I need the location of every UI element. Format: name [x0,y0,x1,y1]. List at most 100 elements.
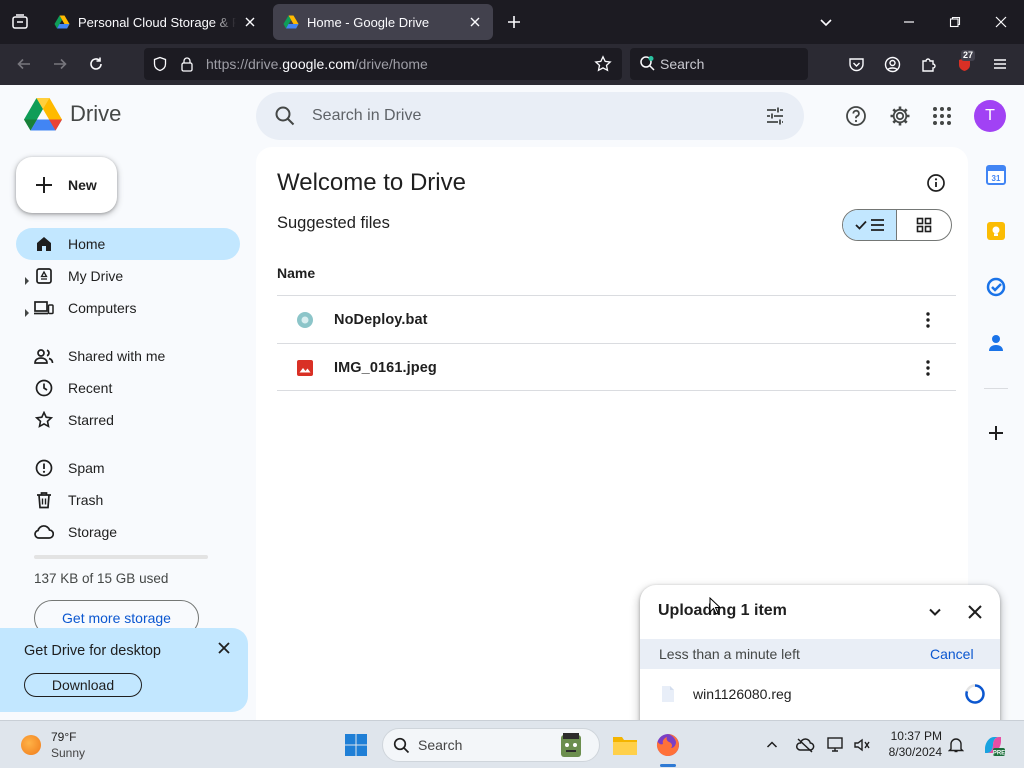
network-speaker-icon[interactable] [852,735,872,755]
google-drive-favicon-icon [54,15,70,29]
clock-icon [34,378,54,398]
taskbar-search-box[interactable]: Search [382,728,600,762]
system-clock[interactable]: 10:37 PM 8/30/2024 [880,728,942,760]
weather-condition: Sunny [51,746,86,760]
file-explorer-icon[interactable] [611,731,639,759]
calendar-icon[interactable]: 31 [984,163,1008,187]
generic-file-icon [295,310,315,330]
svg-text:31: 31 [992,174,1001,183]
close-tab-icon[interactable] [242,14,258,30]
sidebar-item-recent[interactable]: Recent [16,372,240,404]
cloud-icon [34,522,54,542]
pocket-icon[interactable] [846,54,866,74]
sidebar-item-starred[interactable]: Starred [16,404,240,436]
address-bar[interactable]: https://drive.google.com/drive/home [144,48,622,80]
grid-view-button[interactable] [897,210,951,240]
more-actions-icon[interactable] [917,357,939,379]
list-view-button[interactable] [843,210,898,240]
url-text[interactable]: https://drive.google.com/drive/home [206,56,428,72]
menu-hamburger-icon[interactable] [990,54,1010,74]
display-icon[interactable] [826,735,846,755]
tracking-protection-shield-icon[interactable] [152,56,168,77]
sidebar-item-label: Computers [68,300,137,316]
search-options-filter-icon[interactable] [764,105,786,132]
upload-file-name: win1126080.reg [693,686,792,702]
drive-search-input[interactable] [312,104,732,128]
get-addons-plus-icon[interactable] [984,421,1008,445]
firefox-icon[interactable] [654,731,682,759]
new-button[interactable]: New [16,157,117,213]
info-icon[interactable] [924,171,948,195]
forward-arrow-icon[interactable] [50,54,70,74]
upload-time-remaining: Less than a minute left [659,646,800,662]
view-toggle [842,209,952,241]
new-tab-plus-icon[interactable] [504,12,524,32]
sidebar-item-shared-with-me[interactable]: Shared with me [16,340,240,372]
expand-caret-icon[interactable] [24,304,30,320]
browser-tab-bar: Personal Cloud Storage & File Sharing Ho… [0,0,1024,44]
show-hidden-icons-chevron-icon[interactable] [762,735,782,755]
cancel-upload-button[interactable]: Cancel [930,646,974,662]
google-apps-grid-icon[interactable] [930,104,954,128]
notification-bell-icon[interactable] [946,735,966,755]
account-icon[interactable] [882,54,902,74]
keep-icon[interactable] [984,219,1008,243]
search-icon[interactable] [274,105,296,132]
copilot-icon[interactable]: PRE [980,732,1006,758]
onedrive-offline-icon[interactable] [795,735,815,755]
settings-gear-icon[interactable] [888,104,912,128]
restore-window-icon[interactable] [945,12,965,32]
file-name: NoDeploy.bat [334,312,428,328]
drive-logo-text: Drive [70,101,122,126]
sidebar-item-my-drive[interactable]: My Drive [16,260,240,292]
bookmark-star-icon[interactable] [594,55,612,78]
minimize-window-icon[interactable] [899,12,919,32]
computers-icon [34,298,54,318]
more-actions-icon[interactable] [917,309,939,331]
sidebar-item-home[interactable]: Home [16,228,240,260]
tab-title: Home - Google Drive [307,14,430,30]
drive-app: Drive T New Home My Drive Computers Shar… [0,85,1024,720]
upload-status-bar: Less than a minute left Cancel [640,639,1000,669]
browser-search-box[interactable]: Search [630,48,808,80]
file-row[interactable]: IMG_0161.jpeg [277,343,956,391]
windows-start-icon[interactable] [342,731,370,759]
sidebar-item-storage[interactable]: Storage [16,516,240,548]
close-promo-icon[interactable] [214,638,234,658]
close-tab-icon[interactable] [467,14,483,30]
file-row[interactable]: NoDeploy.bat [277,295,956,343]
back-arrow-icon[interactable] [14,54,34,74]
sidebar-item-spam[interactable]: Spam [16,452,240,484]
plus-icon [36,177,52,193]
name-column-header[interactable]: Name [277,265,315,281]
drive-logo[interactable]: Drive [24,97,121,131]
clock-date: 8/30/2024 [888,745,942,759]
account-avatar[interactable]: T [974,100,1006,132]
extensions-puzzle-icon[interactable] [918,54,938,74]
url-path: /drive/home [354,56,428,72]
sidebar-item-trash[interactable]: Trash [16,484,240,516]
grid-icon [916,217,932,233]
sidebar-item-label: Spam [68,460,105,476]
tab-google-drive[interactable]: Home - Google Drive [273,4,493,40]
expand-caret-icon[interactable] [24,272,30,288]
list-all-tabs-chevron-icon[interactable] [816,12,836,32]
drive-search-bar[interactable] [256,92,804,140]
tab-personal-cloud[interactable]: Personal Cloud Storage & File Sharing [44,4,268,40]
tab-list-icon[interactable] [8,10,32,34]
download-button[interactable]: Download [24,673,142,697]
collapse-chevron-icon[interactable] [924,601,946,623]
padlock-icon[interactable] [180,56,194,77]
search-icon [393,737,410,759]
drive-desktop-promo: Get Drive for desktop Download [0,628,248,712]
close-upload-icon[interactable] [964,601,986,623]
sidebar-item-computers[interactable]: Computers [16,292,240,324]
reload-icon[interactable] [86,54,106,74]
contacts-icon[interactable] [984,331,1008,355]
my-drive-icon [34,266,54,286]
help-question-icon[interactable] [844,104,868,128]
home-icon [34,234,54,254]
tasks-icon[interactable] [984,275,1008,299]
spam-alert-icon [34,458,54,478]
close-window-icon[interactable] [991,12,1011,32]
